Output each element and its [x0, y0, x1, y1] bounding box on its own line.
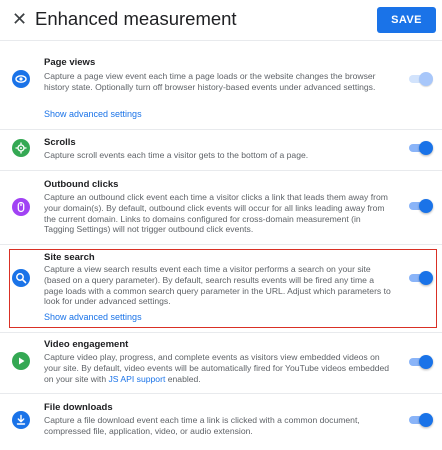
dialog-header: ✕ Enhanced measurement SAVE: [0, 0, 442, 40]
download-icon: [12, 411, 30, 429]
video-engagement-toggle[interactable]: [409, 355, 433, 369]
file-downloads-toggle[interactable]: [409, 413, 433, 427]
section-title: Page views: [44, 57, 96, 68]
close-icon[interactable]: ✕: [12, 9, 28, 29]
section-description: Capture an outbound click event each tim…: [44, 192, 388, 235]
show-advanced-settings-link[interactable]: Show advanced settings: [44, 109, 142, 119]
show-advanced-settings-link[interactable]: Show advanced settings: [44, 312, 142, 322]
toggle-knob: [419, 271, 433, 285]
site-search-toggle[interactable]: [409, 271, 433, 285]
mouse-icon: [12, 198, 30, 216]
section-video-engagement: Video engagement Capture video play, pro…: [0, 333, 442, 393]
toggle-knob: [419, 199, 433, 213]
page-views-toggle[interactable]: [409, 72, 433, 86]
section-site-search: Site search Capture a view search result…: [0, 249, 442, 328]
section-description: Capture scroll events each time a visito…: [44, 150, 309, 160]
section-scrolls: Scrolls Capture scroll events each time …: [0, 130, 442, 170]
section-description: Capture a page view event each time a pa…: [44, 71, 376, 92]
save-button[interactable]: SAVE: [377, 7, 436, 33]
section-description: Capture video play, progress, and comple…: [44, 352, 392, 384]
crosshair-icon: [12, 139, 30, 157]
search-icon: [12, 269, 30, 287]
toggle-knob: [419, 413, 433, 427]
js-api-support-link[interactable]: JS API support: [108, 374, 165, 384]
section-title: Scrolls: [44, 137, 76, 148]
section-outbound-clicks: Outbound clicks Capture an outbound clic…: [0, 171, 442, 244]
outbound-clicks-toggle[interactable]: [409, 199, 433, 213]
section-title: File downloads: [44, 402, 113, 413]
section-title: Outbound clicks: [44, 179, 119, 190]
section-title: Site search: [44, 252, 95, 263]
section-description: Capture a view search results event each…: [44, 264, 391, 307]
dialog-title: Enhanced measurement: [35, 8, 237, 29]
section-description: Capture a file download event each time …: [44, 415, 360, 436]
section-title: Video engagement: [44, 339, 129, 350]
toggle-knob: [419, 141, 433, 155]
toggle-knob: [419, 72, 433, 86]
section-file-downloads: File downloads Capture a file download e…: [0, 394, 442, 450]
description-text-end: enabled.: [165, 373, 201, 384]
toggle-knob: [419, 355, 433, 369]
section-divider: [0, 244, 442, 245]
eye-icon: [12, 70, 30, 88]
scrolls-toggle[interactable]: [409, 141, 433, 155]
description-text: Capture video play, progress, and comple…: [44, 352, 390, 384]
play-icon: [12, 352, 30, 370]
